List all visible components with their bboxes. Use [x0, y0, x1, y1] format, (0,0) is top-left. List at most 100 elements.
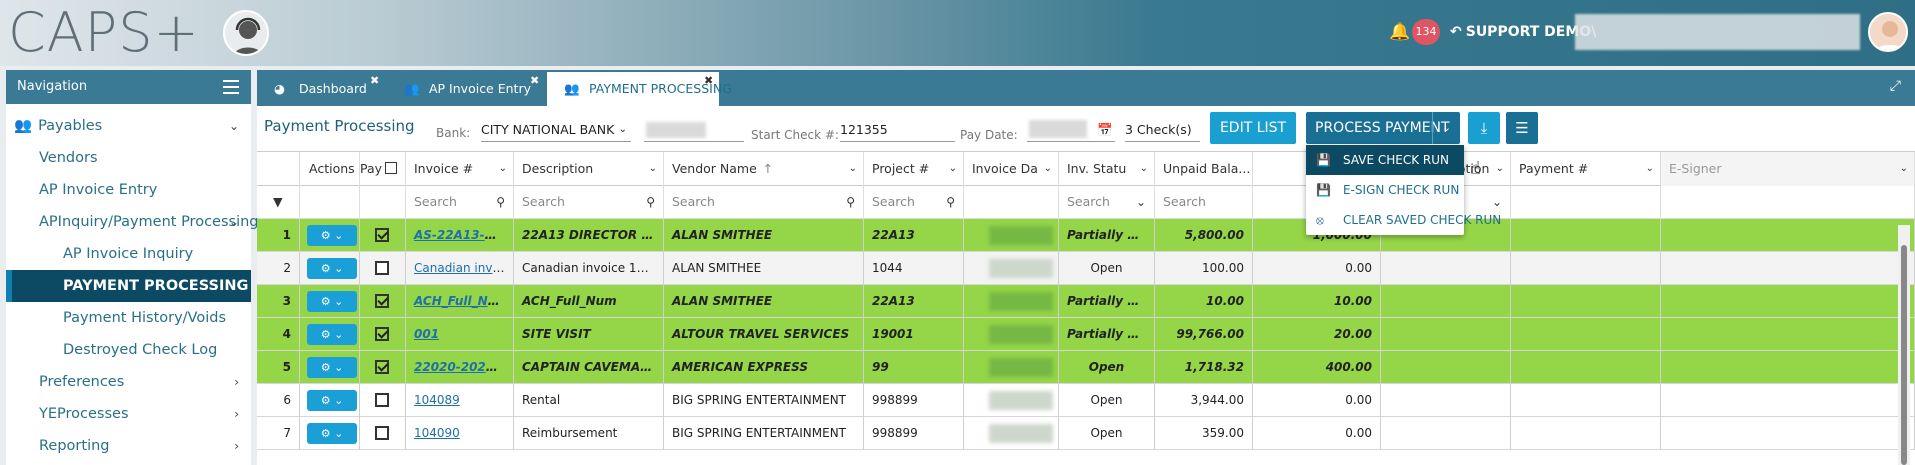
chevron-down-icon[interactable]: ⌄: [1900, 152, 1908, 185]
sidebar-item-ap-invoice-inquiry[interactable]: AP Invoice Inquiry: [6, 238, 251, 270]
header-unpaid-balance[interactable]: Unpaid Bala...: [1155, 152, 1253, 187]
sidebar-item-payment-history[interactable]: Payment History/Voids: [6, 302, 251, 334]
payment-option-cell[interactable]: [1381, 285, 1511, 318]
pay-checkbox[interactable]: [375, 393, 389, 407]
sidebar-item-preferences[interactable]: Preferences ›: [6, 366, 251, 398]
sidebar-item-reporting[interactable]: Reporting ›: [6, 430, 251, 462]
header-pay[interactable]: Pay: [360, 152, 406, 187]
payment-amount-cell[interactable]: 10.00: [1253, 285, 1381, 318]
payment-amount-cell[interactable]: 0.00: [1253, 384, 1381, 417]
close-icon[interactable]: ✖: [704, 64, 713, 98]
tab-payment-processing[interactable]: 👥 PAYMENT PROCESSING ✖: [547, 72, 732, 106]
sidebar-item-yeprocesses[interactable]: YEProcesses ›: [6, 398, 251, 430]
filter-icon[interactable]: ▼: [257, 186, 300, 219]
search-project-number[interactable]: Search ⚲: [864, 186, 964, 219]
bell-icon[interactable]: 🔔: [1389, 22, 1410, 42]
search-unpaid-balance[interactable]: Search: [1155, 186, 1253, 219]
pay-checkbox[interactable]: [375, 327, 389, 341]
payment-amount-cell[interactable]: 0.00: [1253, 252, 1381, 285]
row-actions-button[interactable]: ⚙ ⌄: [307, 258, 357, 279]
payment-amount-cell[interactable]: 400.00: [1253, 351, 1381, 384]
search-payment-number[interactable]: [1511, 186, 1661, 219]
menu-item-e-sign-check-run[interactable]: 💾 E-SIGN CHECK RUN: [1306, 175, 1464, 205]
sidebar-item-ap-invoice-entry[interactable]: AP Invoice Entry: [6, 174, 251, 206]
close-icon[interactable]: ✖: [370, 64, 379, 98]
table-row[interactable]: 5 ⚙ ⌄ 22020-20230928CAPTAIN CAVEMAN (...AM…: [257, 351, 1915, 384]
header-invoice-number[interactable]: Invoice # ⌄: [406, 152, 514, 187]
scrollbar-thumb[interactable]: [1901, 245, 1907, 465]
search-invoice-date[interactable]: [964, 186, 1059, 219]
menu-item-save-check-run[interactable]: 💾 SAVE CHECK RUN: [1306, 145, 1464, 175]
process-payment-button[interactable]: PROCESS PAYMENT ⌄: [1306, 112, 1460, 144]
invoice-link[interactable]: Canadian invoi...: [414, 261, 513, 275]
header-description[interactable]: Description ⌄: [514, 152, 664, 187]
invoice-link[interactable]: 22020-20230928: [414, 360, 513, 374]
header-invoice-status[interactable]: Inv. Statu ⌄: [1059, 152, 1155, 187]
row-actions-button[interactable]: ⚙ ⌄: [307, 324, 357, 345]
table-row[interactable]: 1 ⚙ ⌄ AS-22A13-REISS...22A13 DIRECTOR PRO.…: [257, 219, 1915, 252]
notification-badge[interactable]: 134: [1412, 19, 1440, 45]
bank-account-field[interactable]: [644, 120, 744, 142]
app-logo[interactable]: CAPS+: [8, 4, 200, 62]
menu-item-clear-saved-check-run[interactable]: ⦻ CLEAR SAVED CHECK RUN: [1306, 205, 1501, 235]
row-actions-button[interactable]: ⚙ ⌄: [307, 225, 357, 246]
pay-checkbox[interactable]: [375, 426, 389, 440]
sidebar-item-payment-processing[interactable]: PAYMENT PROCESSING: [6, 270, 251, 302]
row-actions-button[interactable]: ⚙ ⌄: [307, 423, 357, 444]
search-invoice-status[interactable]: Search ⌄: [1059, 186, 1155, 219]
chevron-down-icon[interactable]: ⌄: [1646, 152, 1654, 185]
download-icon[interactable]: ⤓: [1468, 112, 1500, 144]
payment-option-cell[interactable]: [1381, 318, 1511, 351]
table-row[interactable]: 2 ⚙ ⌄ Canadian invoi... Canadian invoice 10…: [257, 252, 1915, 285]
payment-option-cell[interactable]: [1381, 417, 1511, 450]
table-row[interactable]: 6 ⚙ ⌄ 104089 Rental BIG SPRING ENTERTAINMENT…: [257, 384, 1915, 417]
list-icon[interactable]: ☰: [1506, 112, 1538, 144]
table-row[interactable]: 7 ⚙ ⌄ 104090 Reimbursement BIG SPRING ENTERT…: [257, 417, 1915, 450]
chevron-down-icon[interactable]: ⌄: [1044, 152, 1052, 185]
row-actions-button[interactable]: ⚙ ⌄: [307, 291, 357, 312]
user-avatar[interactable]: [1868, 12, 1908, 52]
chevron-down-icon[interactable]: ⌄: [949, 152, 957, 185]
chevron-down-icon[interactable]: ⌄: [1140, 152, 1148, 185]
sidebar-item-vendors[interactable]: Vendors: [6, 142, 251, 174]
expand-icon[interactable]: ⤢: [1890, 78, 1901, 94]
sidebar-item-destroyed-check-log[interactable]: Destroyed Check Log: [6, 334, 251, 366]
tab-dashboard[interactable]: ◕ Dashboard ✖: [257, 72, 387, 106]
pay-checkbox[interactable]: [375, 261, 389, 275]
header-invoice-date[interactable]: Invoice Da ⌄: [964, 152, 1059, 187]
start-check-input[interactable]: 121355: [840, 120, 955, 142]
table-row[interactable]: 4 ⚙ ⌄ 001 SITE VISIT ALTOUR TRAVEL SERVICES 1…: [257, 318, 1915, 351]
pay-date-input[interactable]: 📅: [1027, 120, 1115, 142]
invoice-link[interactable]: ACH_Full_Num: [414, 294, 509, 308]
search-description[interactable]: Search ⚲: [514, 186, 664, 219]
chevron-down-icon[interactable]: ⌄: [499, 152, 507, 185]
header-project-number[interactable]: Project # ⌄: [864, 152, 964, 187]
calendar-icon[interactable]: 📅: [1097, 120, 1113, 140]
invoice-link[interactable]: AS-22A13-REISS...: [414, 228, 513, 242]
invoice-link[interactable]: 104089: [414, 393, 460, 407]
payment-option-cell[interactable]: [1381, 384, 1511, 417]
close-icon[interactable]: ✖: [530, 64, 539, 98]
row-actions-button[interactable]: ⚙ ⌄: [307, 390, 357, 411]
sort-asc-icon[interactable]: ↑: [763, 161, 773, 176]
pay-checkbox[interactable]: [375, 294, 389, 308]
payment-amount-cell[interactable]: 0.00: [1253, 417, 1381, 450]
grid-scrollbar[interactable]: [1898, 225, 1910, 465]
header-payment-number[interactable]: Payment # ⌄: [1511, 152, 1661, 187]
invoice-link[interactable]: 104090: [414, 426, 460, 440]
chevron-down-icon[interactable]: ⌄: [1432, 112, 1460, 144]
edit-list-button[interactable]: EDIT LIST: [1210, 112, 1296, 144]
hamburger-icon[interactable]: [223, 80, 239, 94]
pay-checkbox[interactable]: [375, 228, 389, 242]
payment-amount-cell[interactable]: 20.00: [1253, 318, 1381, 351]
tab-ap-invoice-entry[interactable]: 👥 AP Invoice Entry ✖: [387, 72, 547, 106]
bank-select[interactable]: CITY NATIONAL BANK ⌄: [481, 120, 631, 142]
header-e-signer[interactable]: E-Signer ⌄: [1661, 152, 1915, 187]
chevron-down-icon[interactable]: ⌄: [649, 152, 657, 185]
pay-checkbox[interactable]: [375, 360, 389, 374]
header-vendor-name[interactable]: Vendor Name ↑ ⌄: [664, 152, 864, 187]
invoice-link[interactable]: 001: [414, 327, 439, 341]
table-row[interactable]: 3 ⚙ ⌄ ACH_Full_Num ACH_Full_Num ALAN SMITHEE…: [257, 285, 1915, 318]
chevron-down-icon[interactable]: ⌄: [1496, 152, 1504, 185]
chevron-down-icon[interactable]: ⌄: [849, 152, 857, 185]
